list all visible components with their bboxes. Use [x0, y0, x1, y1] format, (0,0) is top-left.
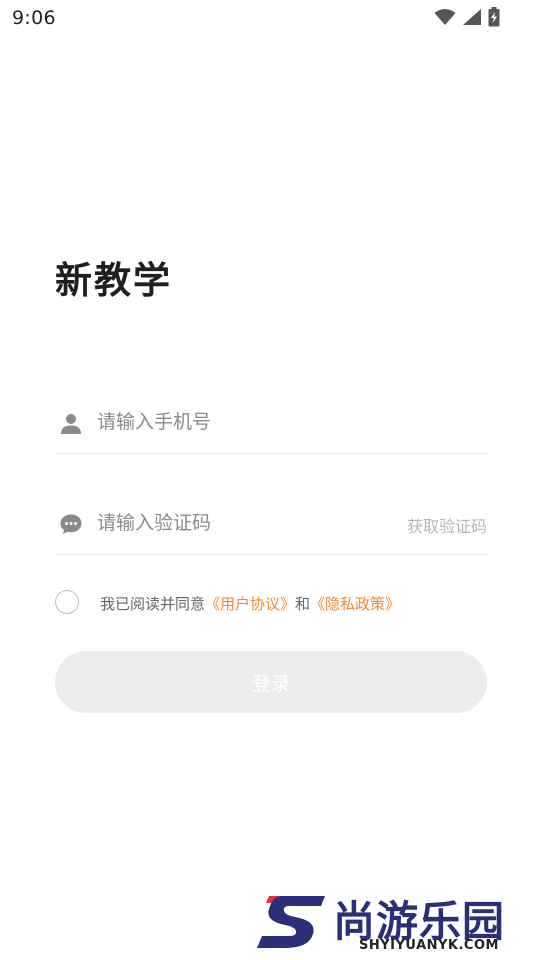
get-code-button[interactable]: 获取验证码	[407, 513, 487, 537]
app-title: 新教学	[55, 259, 172, 302]
status-bar: 9:06	[0, 0, 540, 36]
user-icon	[61, 414, 81, 434]
agreement-text: 我已阅读并同意《用户协议》和《隐私政策》	[100, 593, 400, 614]
phone-input[interactable]	[97, 407, 397, 437]
user-agreement-link[interactable]: 《用户协议》	[205, 595, 295, 613]
agreement-row: 我已阅读并同意《用户协议》和《隐私政策》	[55, 588, 487, 618]
login-button[interactable]: 登录	[55, 651, 487, 713]
watermark-url: SHYIYUANYK.COM	[359, 938, 499, 953]
brand-logo-icon	[257, 896, 325, 948]
chat-bubble-icon	[60, 514, 82, 534]
agreement-prefix: 我已阅读并同意	[100, 595, 206, 613]
wifi-icon	[434, 9, 456, 25]
code-input[interactable]	[97, 508, 397, 538]
agreement-checkbox[interactable]	[55, 590, 79, 614]
status-time: 9:06	[12, 7, 56, 29]
code-field-row: 获取验证码	[55, 494, 487, 555]
phone-field-row	[55, 393, 487, 454]
battery-charging-icon	[488, 7, 500, 27]
cell-signal-icon	[463, 9, 481, 25]
status-icons	[434, 6, 500, 28]
watermark: 尚游乐园 SHYIYUANYK.COM	[255, 888, 540, 960]
agreement-conjunction: 和	[295, 595, 311, 613]
privacy-policy-link[interactable]: 《隐私政策》	[310, 595, 400, 613]
